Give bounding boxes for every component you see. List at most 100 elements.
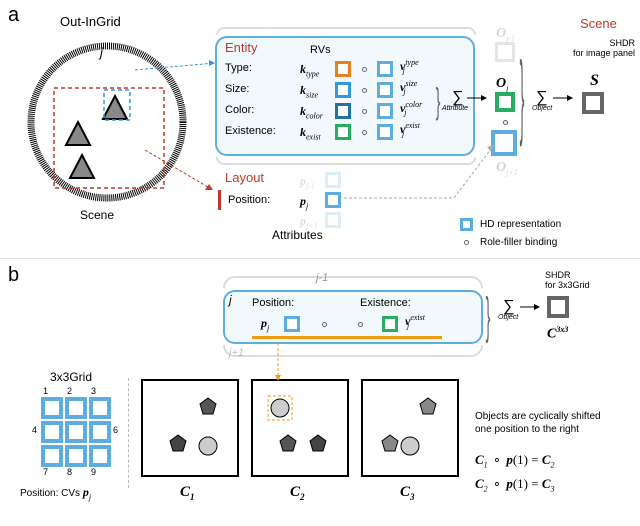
hd-v-type bbox=[377, 61, 393, 77]
hd-scene bbox=[582, 92, 604, 114]
bind-exist bbox=[362, 130, 367, 135]
b-sum-sub: Object bbox=[498, 314, 518, 321]
g2: 2 bbox=[67, 386, 72, 396]
b-v-sym: vexistj bbox=[405, 313, 409, 330]
k-type: ktype bbox=[300, 62, 319, 78]
c1-label: C1 bbox=[180, 484, 195, 502]
b-arrow bbox=[520, 304, 540, 310]
grid-title: 3x3Grid bbox=[50, 370, 92, 384]
scene-sym: S bbox=[590, 72, 599, 90]
shdr-label: SHDR for image panel bbox=[555, 38, 635, 58]
g3: 3 bbox=[91, 386, 96, 396]
brace-attr: } bbox=[436, 80, 441, 122]
c3-label: C3 bbox=[400, 484, 415, 502]
legend-hd-icon bbox=[460, 218, 473, 231]
layout-title: Layout bbox=[225, 170, 264, 185]
eq1: C1 ∘ p(1) = C2 bbox=[475, 452, 554, 470]
b-c-sym: C3x3 bbox=[547, 325, 568, 343]
attr-color: Color: bbox=[225, 104, 254, 116]
v-color: vcolorj bbox=[400, 100, 406, 117]
g4: 4 bbox=[32, 425, 37, 435]
attr-existence: Existence: bbox=[225, 125, 276, 137]
sum-obj-sub: Object bbox=[532, 105, 552, 112]
entity-title: Entity bbox=[225, 40, 258, 55]
b-j-next: j+1 bbox=[229, 347, 244, 359]
v-exist: vexistj bbox=[400, 121, 404, 138]
b-shdr-label: SHDR for 3x3Grid bbox=[545, 270, 590, 290]
frame-c1 bbox=[140, 378, 240, 478]
b-bind-2 bbox=[358, 322, 363, 327]
b-hd-v bbox=[382, 316, 398, 332]
k-color: kcolor bbox=[300, 104, 323, 120]
panel-a-label: a bbox=[8, 4, 19, 27]
b-entity-next bbox=[223, 345, 483, 357]
b-bind-1 bbox=[322, 322, 327, 327]
frame-c2 bbox=[250, 378, 350, 478]
g1: 1 bbox=[43, 386, 48, 396]
attr-type: Type: bbox=[225, 62, 252, 74]
legend-rf-label: Role-filler binding bbox=[480, 237, 557, 248]
sum-attr-sub: Attribute bbox=[442, 105, 468, 112]
bind-size bbox=[362, 88, 367, 93]
frame-c3 bbox=[360, 378, 460, 478]
p-to-obj-line bbox=[344, 140, 509, 205]
callout-arrows bbox=[135, 60, 225, 200]
b-j-prev: j-1 bbox=[316, 272, 328, 284]
b-exist-attr: Existence: bbox=[360, 297, 411, 309]
b-vsep bbox=[128, 378, 129, 488]
b-underline bbox=[252, 336, 442, 339]
entity-box-prev bbox=[216, 27, 476, 35]
hd-k-exist bbox=[335, 124, 351, 140]
b-hd-p bbox=[284, 316, 300, 332]
hd-obj-j bbox=[495, 92, 515, 112]
bind-color bbox=[362, 109, 367, 114]
g8: 8 bbox=[67, 467, 72, 477]
hd-k-color bbox=[335, 103, 351, 119]
attributes-label: Attributes bbox=[272, 228, 323, 242]
position-label: Position: bbox=[228, 194, 270, 206]
pos-cvs-label: Position: CVs pj bbox=[20, 485, 91, 501]
c2-label: C2 bbox=[290, 484, 305, 502]
hd-obj-prev bbox=[495, 42, 515, 62]
b-p-sym: pj bbox=[261, 316, 269, 332]
hd-v-size bbox=[377, 82, 393, 98]
bind-type bbox=[362, 67, 367, 72]
hd-p-prev bbox=[325, 172, 341, 188]
scene-caption: Scene bbox=[80, 208, 114, 222]
layout-bar bbox=[218, 190, 221, 210]
k-exist: kexist bbox=[300, 125, 321, 141]
shift-text: Objects are cyclically shifted one posit… bbox=[475, 410, 601, 436]
arrow-to-scene bbox=[553, 95, 573, 101]
b-j: j bbox=[229, 293, 232, 307]
scene-header: Scene bbox=[580, 16, 617, 31]
v-type: vtypej bbox=[400, 58, 405, 75]
attr-size: Size: bbox=[225, 83, 249, 95]
b-entity-prev bbox=[223, 276, 483, 288]
c2-callout bbox=[275, 343, 281, 381]
hd-p-j bbox=[325, 192, 341, 208]
rvs-label: RVs bbox=[310, 44, 331, 56]
brace-obj: } bbox=[520, 54, 525, 138]
g6: 6 bbox=[113, 425, 118, 435]
p-prev: pj-1 bbox=[300, 174, 315, 190]
arrow-to-obj bbox=[467, 95, 487, 101]
hd-p-next bbox=[325, 212, 341, 228]
b-pos-attr: Position: bbox=[252, 297, 294, 309]
g9: 9 bbox=[91, 467, 96, 477]
legend-hd-label: HD representation bbox=[480, 219, 561, 230]
panel-b-label: b bbox=[8, 264, 19, 287]
v-size: vsizej bbox=[400, 79, 406, 96]
out-ingrid-title: Out-InGrid bbox=[60, 14, 121, 29]
hd-k-type bbox=[335, 61, 351, 77]
eq2: C2 ∘ p(1) = C3 bbox=[475, 476, 554, 494]
hd-k-size bbox=[335, 82, 351, 98]
obj-prev: Oj-1 bbox=[496, 26, 515, 43]
grid-3x3 bbox=[32, 388, 122, 478]
b-hd-c bbox=[547, 296, 569, 318]
legend-rf-icon bbox=[464, 240, 469, 245]
hd-v-color bbox=[377, 103, 393, 119]
k-size: ksize bbox=[300, 83, 318, 99]
g7: 7 bbox=[43, 467, 48, 477]
p-j: pj bbox=[300, 194, 308, 210]
j-index-label: j bbox=[100, 45, 103, 60]
